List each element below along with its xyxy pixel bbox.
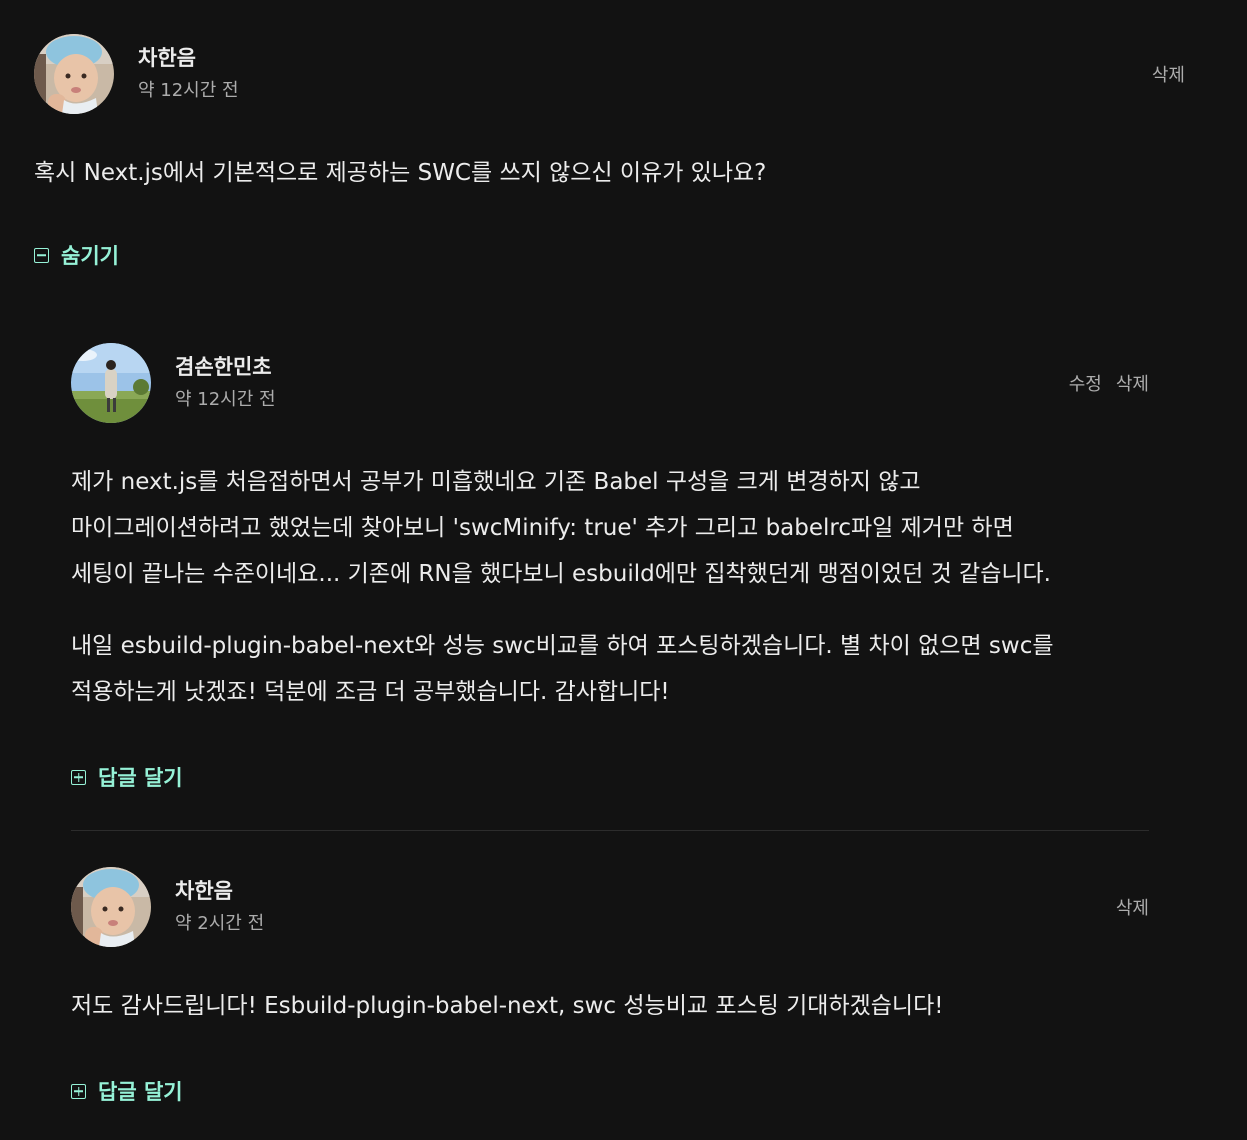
delete-button[interactable]: 삭제 — [1152, 61, 1185, 87]
timestamp: 약 2시간 전 — [175, 913, 265, 934]
divider — [71, 830, 1149, 831]
timestamp: 약 12시간 전 — [138, 80, 239, 101]
comment-paragraph: 내일 esbuild-plugin-babel-next와 성능 swc비교를 … — [71, 623, 1149, 715]
write-reply-label: 답글 달기 — [98, 1080, 183, 1104]
avatar[interactable] — [71, 343, 151, 423]
author-name[interactable]: 차한음 — [175, 876, 264, 906]
delete-button[interactable]: 삭제 — [1116, 370, 1149, 396]
write-reply-button[interactable]: 답글 달기 — [71, 762, 183, 792]
author-name[interactable]: 차한음 — [138, 43, 239, 73]
comment-actions: 삭제 — [1152, 61, 1185, 87]
delete-button[interactable]: 삭제 — [1116, 894, 1149, 920]
hide-replies-button[interactable]: 숨기기 — [34, 240, 119, 270]
comment-line: 내일 esbuild-plugin-babel-next와 성능 swc비교를 … — [71, 633, 1054, 659]
minus-square-icon — [34, 247, 49, 263]
hide-replies-label: 숨기기 — [61, 244, 119, 268]
reply-comment: 차한음 약 2시간 전 삭제 저도 감사드립니다! Esbuild-plugin… — [71, 867, 1149, 1029]
comment-body: 제가 next.js를 처음접하면서 공부가 미흡했네요 기존 Babel 구성… — [71, 459, 1149, 715]
comment-line: 마이그레이션하려고 했었는데 찾아보니 'swcMinify: true' 추가… — [71, 515, 1014, 541]
comment-line: 제가 next.js를 처음접하면서 공부가 미흡했네요 기존 Babel 구성… — [71, 469, 921, 495]
plus-square-icon — [71, 1083, 86, 1099]
author-info: 차한음 약 12시간 전 — [138, 43, 239, 105]
comment-header: 겸손한민초 약 12시간 전 수정 삭제 — [71, 343, 1149, 423]
comment-actions: 수정 삭제 — [1069, 370, 1149, 396]
comment-line: 적용하는게 낫겠죠! 덕분에 조금 더 공부했습니다. 감사합니다! — [71, 679, 670, 705]
author-name[interactable]: 겸손한민초 — [175, 352, 276, 382]
write-reply-button[interactable]: 답글 달기 — [71, 1076, 183, 1106]
avatar[interactable] — [34, 34, 114, 114]
write-reply-label: 답글 달기 — [98, 766, 183, 790]
author-info: 차한음 약 2시간 전 — [175, 876, 264, 938]
avatar[interactable] — [71, 867, 151, 947]
comment-text: 혹시 Next.js에서 기본적으로 제공하는 SWC를 쓰지 않으신 이유가 … — [34, 160, 767, 186]
comment-actions: 삭제 — [1116, 894, 1149, 920]
reply-comment: 겸손한민초 약 12시간 전 수정 삭제 제가 next.js를 처음접하면서 … — [71, 343, 1149, 715]
plus-square-icon — [71, 769, 86, 785]
comment-line: 세팅이 끝나는 수준이네요... 기존에 RN을 했다보니 esbuild에만 … — [71, 561, 1051, 587]
timestamp: 약 12시간 전 — [175, 389, 276, 410]
edit-button[interactable]: 수정 — [1069, 370, 1102, 396]
comment-text: 저도 감사드립니다! Esbuild-plugin-babel-next, sw… — [71, 993, 944, 1019]
comment-header: 차한음 약 12시간 전 삭제 — [34, 34, 1185, 114]
comment-root: 차한음 약 12시간 전 삭제 혹시 Next.js에서 기본적으로 제공하는 … — [34, 34, 1185, 196]
author-info: 겸손한민초 약 12시간 전 — [175, 352, 276, 414]
comment-paragraph: 제가 next.js를 처음접하면서 공부가 미흡했네요 기존 Babel 구성… — [71, 459, 1149, 597]
comment-header: 차한음 약 2시간 전 삭제 — [71, 867, 1149, 947]
